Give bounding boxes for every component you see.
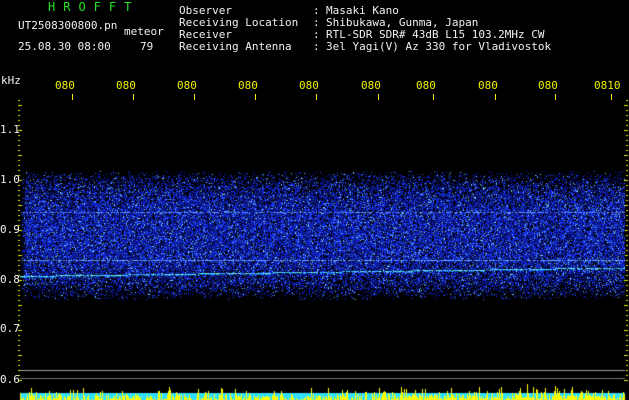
- x-tick-label: 080: [177, 79, 197, 92]
- x-tick-mark: [611, 94, 612, 100]
- x-tick-label: 080: [299, 79, 319, 92]
- app-title: HROFFT: [48, 0, 140, 14]
- x-tick-mark: [433, 94, 434, 100]
- y-axis-unit: kHz: [1, 74, 21, 87]
- y-tick-label: 0.7: [0, 322, 20, 335]
- y-tick-label: 1.1: [0, 123, 20, 136]
- antenna-label: Receiving Antenna: [179, 40, 292, 53]
- x-tick-mark: [495, 94, 496, 100]
- x-tick-mark: [316, 94, 317, 100]
- y-tick-label: 0.6: [0, 373, 20, 386]
- x-tick-label: 080: [478, 79, 498, 92]
- x-tick-mark: [378, 94, 379, 100]
- x-tick-label: 080: [416, 79, 436, 92]
- x-tick-mark: [72, 94, 73, 100]
- spectrogram-plot: [0, 0, 629, 400]
- antenna-value: 3el Yagi(V) Az 330 for Vladivostok: [326, 40, 552, 53]
- x-tick-label: 080: [55, 79, 75, 92]
- hrofft-screen: HROFFT UT2508300800.pn meteor 25.08.30 0…: [0, 0, 629, 400]
- x-tick-label: 080: [361, 79, 381, 92]
- meteor-count: 79: [140, 40, 154, 53]
- y-tick-label: 1.0: [0, 173, 20, 186]
- x-tick-mark: [194, 94, 195, 100]
- datetime-label: 25.08.30 08:00: [18, 40, 111, 53]
- x-tick-mark: [133, 94, 134, 100]
- filename-label: UT2508300800.pn: [18, 19, 118, 32]
- x-tick-mark: [255, 94, 256, 100]
- y-tick-label: 0.8: [0, 273, 20, 286]
- mode-label: meteor: [124, 25, 164, 38]
- antenna-colon: :: [313, 40, 320, 53]
- x-tick-label: 0810: [594, 79, 621, 92]
- x-tick-label: 080: [238, 79, 258, 92]
- x-tick-label: 080: [116, 79, 136, 92]
- x-tick-mark: [555, 94, 556, 100]
- x-tick-label: 080: [538, 79, 558, 92]
- y-tick-label: 0.9: [0, 223, 20, 236]
